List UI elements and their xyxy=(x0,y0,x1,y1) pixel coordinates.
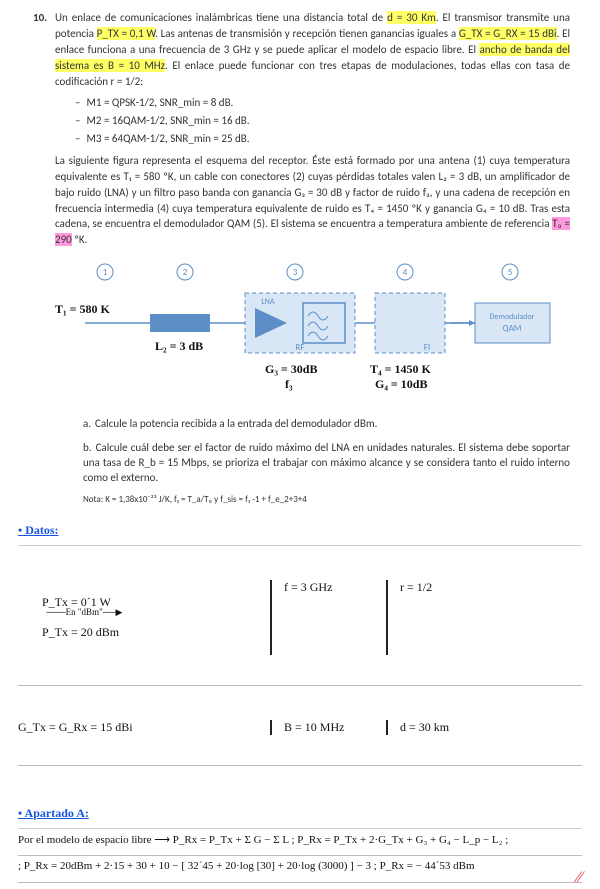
svg-text:T₄ = 1450 K: T₄ = 1450 K xyxy=(370,362,431,376)
handwritten-datos: • Datos: P_Tx = 0´1 W ───En "dBm"──▶ P_T… xyxy=(0,515,600,798)
svg-text:QAM: QAM xyxy=(503,323,522,334)
apartado-a-heading: • Apartado A: xyxy=(18,806,89,820)
handwritten-apartado-a: • Apartado A: Por el modelo de espacio l… xyxy=(0,798,600,889)
svg-text:4: 4 xyxy=(403,267,408,278)
svg-text:LNA: LNA xyxy=(261,297,275,307)
apA-line2: ; P_Rx = 20dBm + 2·15 + 30 + 10 − [ 32´4… xyxy=(18,856,582,883)
svg-text:2: 2 xyxy=(183,267,188,278)
svg-text:Demodulador: Demodulador xyxy=(490,312,535,322)
note: Nota: K = 1,38x10⁻²³ J/K, f₁ = T_a/T₀ y … xyxy=(83,494,570,505)
svg-text:L₂ = 3 dB: L₂ = 3 dB xyxy=(155,339,203,353)
apA-line1: Por el modelo de espacio libre ⟶ P_Rx = … xyxy=(18,829,582,856)
highlight-g: G_TX = G_RX = 15 dBi xyxy=(459,27,557,40)
highlight-ptx: P_TX = 0,1 W xyxy=(97,27,156,40)
task-a: Calcule la potencia recibida a la entrad… xyxy=(95,417,377,430)
question-number: 10. xyxy=(33,10,47,26)
svg-text:5: 5 xyxy=(508,267,513,278)
mod-item: M1 = QPSK-1/2, SNR_min = 8 dB. xyxy=(86,96,233,109)
svg-text:T₁ = 580 K: T₁ = 580 K xyxy=(55,302,110,316)
datos-heading: • Datos: xyxy=(18,523,59,537)
svg-text:f₃: f₃ xyxy=(285,377,293,391)
svg-text:G₄ = 10dB: G₄ = 10dB xyxy=(375,377,427,391)
svg-text:1: 1 xyxy=(103,267,108,278)
red-mark-icon: ⁄⁄ xyxy=(577,869,582,887)
problem-statement: 10. Un enlace de comunicaciones inalámbr… xyxy=(55,10,570,90)
mod-item: M2 = 16QAM-1/2, SNR_min = 16 dB. xyxy=(86,114,249,127)
mod-item: M3 = 64QAM-1/2, SNR_min = 25 dB. xyxy=(86,132,249,145)
highlight-d: d = 30 Km xyxy=(387,11,436,24)
task-list: a.Calcule la potencia recibida a la entr… xyxy=(83,416,570,486)
modulation-list: –M1 = QPSK-1/2, SNR_min = 8 dB. –M2 = 16… xyxy=(75,96,570,145)
svg-text:3: 3 xyxy=(293,267,298,278)
receiver-diagram: 1 2 3 4 5 RF LNA FI xyxy=(55,258,570,408)
svg-text:G₃ = 30dB: G₃ = 30dB xyxy=(265,362,317,376)
receiver-paragraph: La siguiente figura representa el esquem… xyxy=(55,153,570,249)
svg-text:FI: FI xyxy=(424,342,430,353)
task-b: Calcule cuál debe ser el factor de ruido… xyxy=(83,441,570,485)
